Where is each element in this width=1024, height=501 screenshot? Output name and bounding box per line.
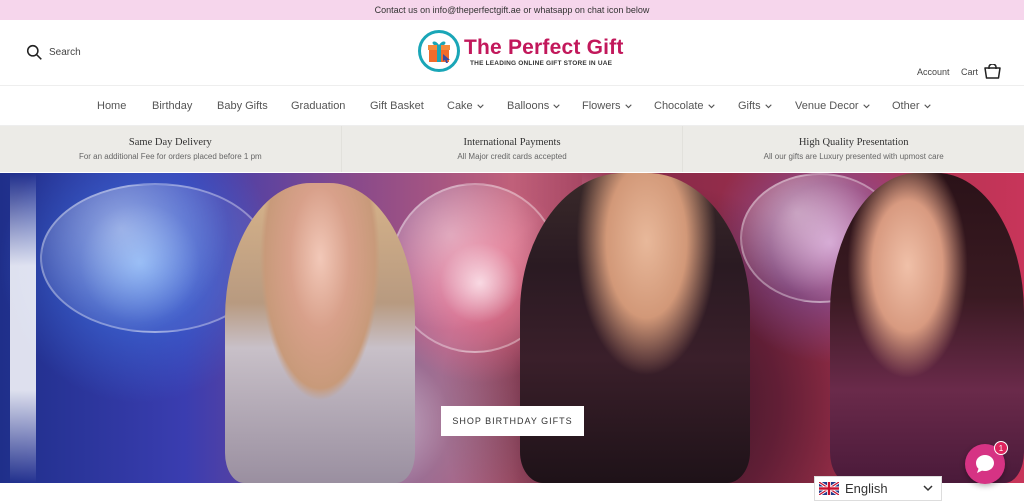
announcement-bar: Contact us on info@theperfectgift.ae or … [0, 0, 1024, 20]
chevron-down-icon [624, 103, 632, 108]
nav-item-chocolate[interactable]: Chocolate [654, 100, 715, 112]
gift-box-logo-icon [418, 30, 460, 72]
shopping-bag-icon [984, 64, 1001, 79]
language-selector[interactable]: English [814, 476, 942, 501]
feature-description: All our gifts are Luxury presented with … [763, 152, 944, 161]
account-link[interactable]: Account [917, 67, 950, 77]
feature-title: International Payments [463, 137, 561, 148]
uk-flag-icon [819, 482, 839, 495]
chevron-down-icon [764, 103, 772, 108]
nav-item-graduation[interactable]: Graduation [291, 100, 345, 112]
feature-description: For an additional Fee for orders placed … [78, 152, 262, 161]
nav-item-label: Baby Gifts [217, 100, 268, 112]
person-woman-right [830, 173, 1024, 483]
nav-item-flowers[interactable]: Flowers [582, 100, 632, 112]
shop-birthday-gifts-button[interactable]: SHOP BIRTHDAY GIFTS [441, 406, 584, 436]
person-woman-left [225, 183, 415, 483]
nav-item-label: Gifts [738, 100, 761, 112]
feature-same-day-delivery: Same Day Delivery For an additional Fee … [0, 126, 342, 172]
site-header: Search The Perfect Gift THE LEADING ONLI… [0, 20, 1024, 86]
chevron-down-icon [476, 103, 484, 108]
nav-item-label: Other [892, 100, 920, 112]
nav-item-label: Birthday [152, 100, 193, 112]
feature-description: All Major credit cards accepted [457, 152, 567, 161]
nav-item-baby-gifts[interactable]: Baby Gifts [217, 100, 268, 112]
logo-title: The Perfect Gift [464, 35, 624, 59]
cart-label: Cart [961, 66, 979, 77]
nav-item-balloons[interactable]: Balloons [507, 100, 560, 112]
feature-international-payments: International Payments All Major credit … [342, 126, 684, 172]
chevron-down-icon [707, 103, 715, 108]
nav-item-other[interactable]: Other [892, 100, 931, 112]
nav-item-home[interactable]: Home [97, 100, 126, 112]
nav-item-venue-decor[interactable]: Venue Decor [795, 100, 870, 112]
main-navigation: Home Birthday Baby Gifts Graduation Gift Bas… [0, 86, 1024, 126]
language-label: English [845, 481, 888, 496]
site-logo[interactable]: The Perfect Gift THE LEADING ONLINE GIFT… [418, 30, 624, 72]
feature-title: High Quality Presentation [798, 137, 909, 148]
chevron-down-icon [923, 485, 933, 492]
feature-title: Same Day Delivery [128, 137, 212, 148]
search-button[interactable]: Search [26, 44, 81, 61]
chat-notification-badge: 1 [994, 441, 1008, 455]
nav-item-label: Home [97, 100, 127, 112]
nav-item-label: Venue Decor [795, 100, 859, 112]
cart-link[interactable]: Cart [961, 64, 1001, 79]
chevron-down-icon [553, 103, 560, 108]
chat-bubble-icon [976, 455, 994, 473]
nav-item-label: Cake [447, 100, 473, 112]
chevron-down-icon [923, 103, 931, 108]
person-man-center [520, 173, 750, 483]
nav-item-label: Flowers [582, 100, 621, 112]
nav-item-gifts[interactable]: Gifts [738, 100, 772, 112]
logo-subtitle: THE LEADING ONLINE GIFT STORE IN UAE [470, 59, 613, 67]
announcement-text: Contact us on info@theperfectgift.ae or … [374, 5, 650, 15]
nav-item-birthday[interactable]: Birthday [152, 100, 192, 112]
light-tube-decoration [10, 173, 36, 483]
nav-item-label: Graduation [291, 100, 346, 112]
nav-item-cake[interactable]: Cake [447, 100, 484, 112]
search-icon [26, 44, 42, 60]
features-bar: Same Day Delivery For an additional Fee … [0, 126, 1024, 172]
hero-banner-image: SHOP BIRTHDAY GIFTS [0, 173, 1024, 483]
nav-item-label: Chocolate [654, 100, 704, 112]
nav-item-label: Gift Basket [370, 100, 424, 112]
feature-high-quality-presentation: High Quality Presentation All our gifts … [683, 126, 1024, 172]
chevron-down-icon [862, 103, 870, 108]
nav-item-gift-basket[interactable]: Gift Basket [370, 100, 424, 112]
search-label: Search [49, 47, 81, 58]
nav-item-label: Balloons [507, 100, 550, 112]
